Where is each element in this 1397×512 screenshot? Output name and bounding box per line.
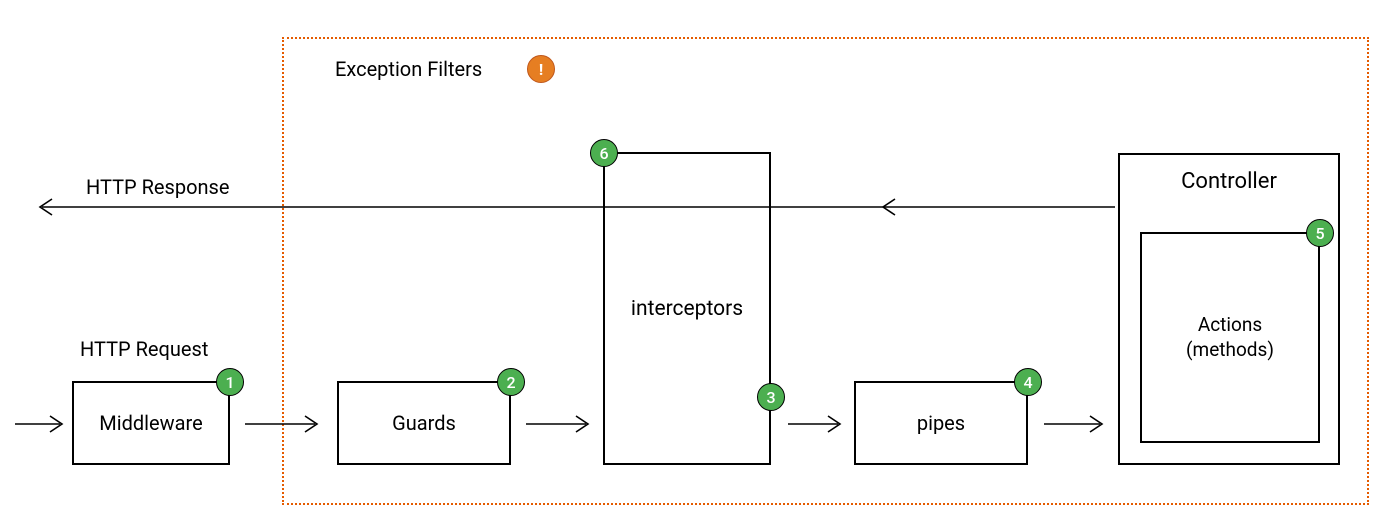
actions-box: Actions (methods) <box>1140 232 1320 443</box>
actions-text-line1: Actions <box>1198 313 1262 338</box>
middleware-box: Middleware <box>72 381 230 465</box>
pipes-box: pipes <box>854 381 1028 465</box>
guards-box: Guards <box>337 381 511 465</box>
arrow-interceptors-to-pipes <box>788 412 850 436</box>
badge-3: 3 <box>757 383 785 411</box>
arrow-middleware-to-guards <box>245 412 327 436</box>
actions-text-line2: (methods) <box>1186 338 1274 363</box>
arrow-pipes-to-controller <box>1044 412 1112 436</box>
http-request-label: HTTP Request <box>80 337 208 361</box>
badge-5: 5 <box>1306 219 1334 247</box>
arrow-response-left <box>30 195 1120 219</box>
arrow-into-middleware <box>15 412 70 436</box>
guards-text: Guards <box>392 411 456 435</box>
controller-text: Controller <box>1181 169 1277 194</box>
badge-6: 6 <box>590 139 618 167</box>
interceptors-text: interceptors <box>631 297 743 321</box>
warning-icon: ! <box>527 55 555 83</box>
arrow-guards-to-interceptors <box>526 412 598 436</box>
badge-1: 1 <box>216 368 244 396</box>
exception-filters-label: Exception Filters <box>335 57 482 81</box>
pipes-text: pipes <box>917 411 965 435</box>
badge-4: 4 <box>1014 368 1042 396</box>
diagram-canvas: Exception Filters ! HTTP Response HTTP R… <box>0 0 1397 512</box>
middleware-text: Middleware <box>99 411 202 435</box>
badge-2: 2 <box>497 368 525 396</box>
